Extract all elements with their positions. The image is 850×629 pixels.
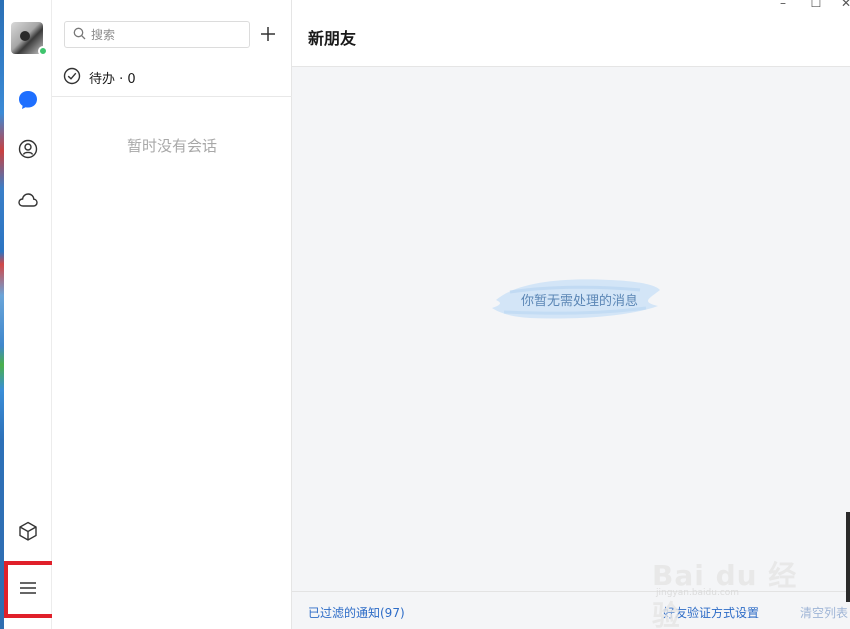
search-input[interactable] bbox=[91, 27, 241, 42]
online-status-indicator bbox=[38, 46, 48, 56]
conversation-panel: 待办 · 0 暂时没有会话 bbox=[52, 0, 292, 629]
watermark: Bai du 经验 jingyan.baidu.com bbox=[648, 538, 808, 629]
maximize-button[interactable]: ☐ bbox=[808, 0, 824, 10]
watermark-subtext: jingyan.baidu.com bbox=[656, 588, 740, 598]
close-button[interactable]: ✕ bbox=[838, 0, 850, 10]
cube-icon[interactable] bbox=[14, 517, 42, 545]
cloud-icon[interactable] bbox=[14, 186, 42, 214]
main-panel: 新朋友 – ☐ ✕ 你暂无需处理的消息 已过滤的通知(97) 好友验证方式设置 … bbox=[292, 0, 850, 629]
main-header: 新朋友 – ☐ ✕ bbox=[292, 0, 850, 67]
search-box[interactable] bbox=[64, 21, 250, 48]
chat-bubble-icon[interactable] bbox=[14, 86, 42, 114]
check-circle-icon bbox=[63, 67, 81, 89]
add-button[interactable] bbox=[258, 23, 278, 45]
empty-message: 你暂无需处理的消息 bbox=[521, 294, 639, 309]
page-title: 新朋友 bbox=[308, 29, 357, 48]
todo-label: 待办 · 0 bbox=[89, 72, 136, 87]
empty-conversation-text: 暂时没有会话 bbox=[126, 137, 217, 155]
contacts-icon[interactable] bbox=[14, 135, 42, 163]
todo-row[interactable]: 待办 · 0 bbox=[52, 62, 292, 97]
minimize-button[interactable]: – bbox=[775, 0, 791, 10]
filtered-notices-link[interactable]: 已过滤的通知(97) bbox=[308, 604, 405, 621]
search-icon bbox=[73, 25, 86, 44]
left-nav-bar bbox=[4, 0, 52, 629]
window-edge-shadow bbox=[846, 512, 850, 602]
